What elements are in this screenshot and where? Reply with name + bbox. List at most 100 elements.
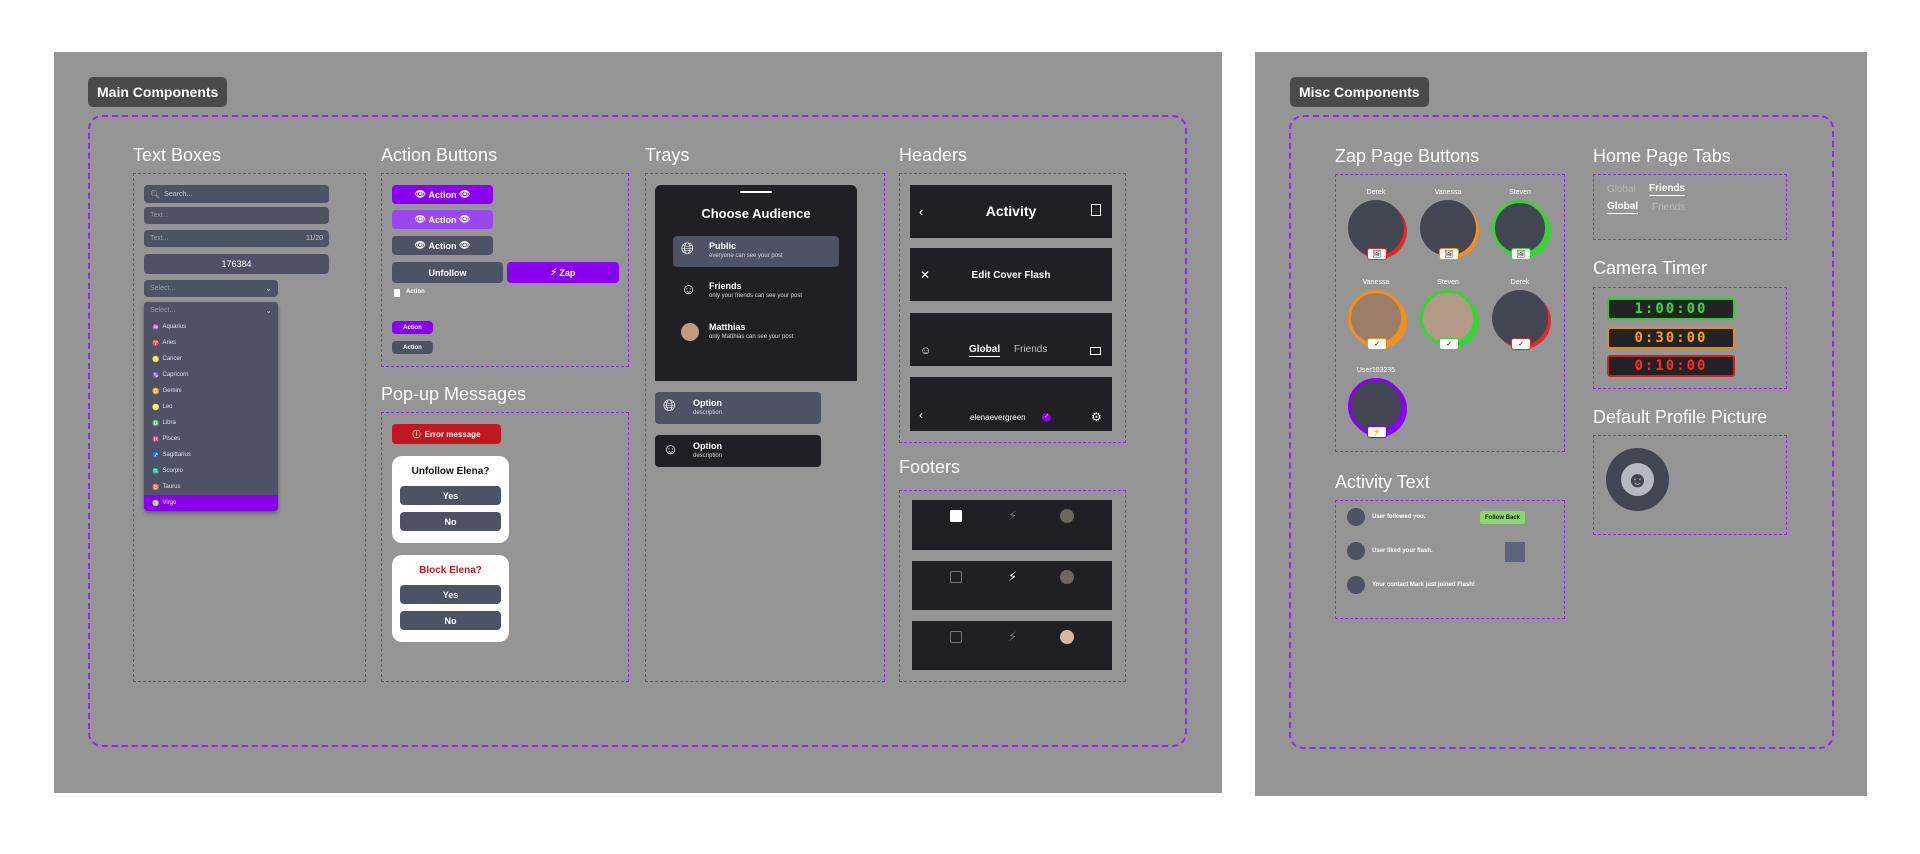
dropdown-option[interactable]: ♊ Gemini [144,383,278,399]
zap-user-name: Steven [1509,189,1531,196]
dropdown-option[interactable]: ♌ Leo [144,399,278,415]
tab-friends-inactive[interactable]: Friends [1652,202,1685,213]
dropdown-option[interactable]: ♉ Taurus [144,479,278,495]
tab-global[interactable]: Global [969,344,1001,357]
notebook-icon[interactable] [1091,204,1101,216]
dropdown-option[interactable]: ♒ Aquarius [144,319,278,335]
default-profile-picture: ☻ [1606,448,1669,511]
option-card[interactable]: ☺︎ Option description [655,435,821,467]
home-icon[interactable] [950,631,962,643]
header-tabs: ☺︎ Global Friends [910,313,1112,366]
username: elenaevergreen [970,413,1026,422]
zodiac-icon: ♋ [152,356,160,363]
back-chevron-icon[interactable]: ‹ [919,408,923,422]
inbox-icon[interactable] [1090,347,1101,355]
avatar[interactable] [1060,509,1074,523]
action-button-disabled[interactable]: 👁︎ Action 👁︎ [392,236,493,255]
zap-user-name: Derek [1366,189,1386,196]
footer-profile-active: ⚡︎ [912,621,1112,670]
dropdown-header[interactable]: Select... ⌄ [144,302,278,319]
follow-back-button[interactable]: Follow Back [1480,511,1525,524]
friends-icon: ☺︎ [663,441,679,458]
option-description: description [693,453,723,459]
zap-buttons-title: Zap Page Buttons [1335,146,1480,166]
tray-handle[interactable] [740,191,772,193]
dropdown-option[interactable]: ♏ Scorpio [144,463,278,479]
lightning-icon[interactable]: ⚡︎ [1008,629,1017,645]
dropdown-option[interactable]: ♋ Cancer [144,351,278,367]
zodiac-icon: ♒ [152,324,160,331]
yes-button[interactable]: Yes [400,585,501,604]
tab-global-inactive[interactable]: Global [1607,184,1636,195]
dropdown-option[interactable]: ♐ Sagittarius [144,447,278,463]
header-profile: ‹ elenaevergreen ✓ ⚙︎ [910,377,1112,431]
action-checkbox[interactable] [394,289,400,297]
zap-user-name: Vanessa [1362,279,1390,286]
no-button[interactable]: No [400,512,501,531]
number-field[interactable]: 176384 [144,254,329,274]
add-friend-icon[interactable]: ☺︎ [920,345,931,357]
option-label: Virgo [162,500,177,506]
dropdown-option[interactable]: ♍ Virgo [144,495,278,511]
action-label: Action [428,189,457,200]
option-label: Taurus [162,484,181,490]
action-button-primary[interactable]: 👁︎ Action 👁︎ [392,185,493,204]
activity-line-like: User liked your flash. [1372,548,1433,554]
action-buttons-title: Action Buttons [381,145,498,165]
eye-icon: 👁︎ [414,240,426,250]
text-placeholder: Text... [150,235,169,242]
header-edit-cover: ✕ Edit Cover Flash [910,248,1112,301]
yes-button[interactable]: Yes [400,486,501,505]
text-field-with-counter[interactable]: Text... 11/20 [144,230,329,247]
dropdown-option[interactable]: ♓ Pisces [144,431,278,447]
option-description: description [693,410,723,416]
popup-messages-title: Pop-up Messages [381,384,527,404]
footer-zap-active: ⚡︎ [912,561,1112,610]
audience-option-public[interactable]: 🌐︎ Public everyone can see your post [673,236,839,267]
unfollow-button[interactable]: Unfollow [392,262,503,283]
small-action-button-purple[interactable]: Action [392,321,433,334]
zodiac-icon: ♏ [152,468,160,475]
no-button[interactable]: No [400,611,501,630]
avatar[interactable] [1347,542,1365,560]
avatar[interactable] [1347,576,1365,594]
camera-timer-title: Camera Timer [1593,258,1708,278]
error-text: Error message [424,429,481,439]
timer-thirty-minutes: 0:30:00 [1607,327,1735,349]
option-label: Aries [162,340,177,346]
dropdown-option[interactable]: ♎ Libra [144,415,278,431]
lightning-icon[interactable]: ⚡︎ [1008,569,1017,585]
tab-friends-active[interactable]: Friends [1649,183,1686,196]
action-button-hover[interactable]: 👁︎ Action 👁︎ [392,210,493,229]
tab-global-active[interactable]: Global [1607,201,1639,214]
zap-button[interactable]: ⚡︎ Zap [507,262,619,283]
small-action-button-gray[interactable]: Action [392,341,433,354]
profile-picture-title: Default Profile Picture [1593,407,1768,427]
avatar[interactable] [1060,570,1074,584]
header-title: Activity [985,203,1037,219]
error-icon: ⓘ [412,429,421,439]
action-label: Action [428,214,457,225]
option-card-selected[interactable]: 🌐︎ Option description [655,392,821,424]
tab-friends[interactable]: Friends [1014,344,1047,355]
flash-thumbnail[interactable] [1505,542,1525,562]
option-title: Option [693,441,722,451]
select-dropdown-open[interactable]: Select... ⌄ ♒ Aquarius ♈ Aries ♋ Cancer ♑ Capri… [144,302,278,511]
lightning-icon: ⚡︎ [550,267,557,277]
home-icon[interactable] [950,571,962,583]
audience-option-friends[interactable]: ☺︎ Friends only your friends can see you… [673,276,839,307]
avatar[interactable] [1347,508,1365,526]
gear-icon[interactable]: ⚙︎ [1091,410,1102,424]
chevron-down-icon: ⌄ [265,306,272,315]
home-icon[interactable] [950,510,962,522]
search-field[interactable]: 🔍︎ Search... [144,185,329,203]
text-field[interactable]: Text... [144,207,329,224]
dropdown-option[interactable]: ♑ Capricorn [144,367,278,383]
activity-line-follow: User followed you. [1372,514,1426,520]
dropdown-option[interactable]: ♈ Aries [144,335,278,351]
avatar[interactable] [1060,630,1074,644]
select-field[interactable]: Select... ⌄ [144,280,278,297]
audience-option-matthias[interactable]: Matthias only Matthias can see your post [673,317,839,348]
block-dialog: Block Elena? Yes No [392,555,509,642]
lightning-icon[interactable]: ⚡︎ [1008,508,1017,524]
